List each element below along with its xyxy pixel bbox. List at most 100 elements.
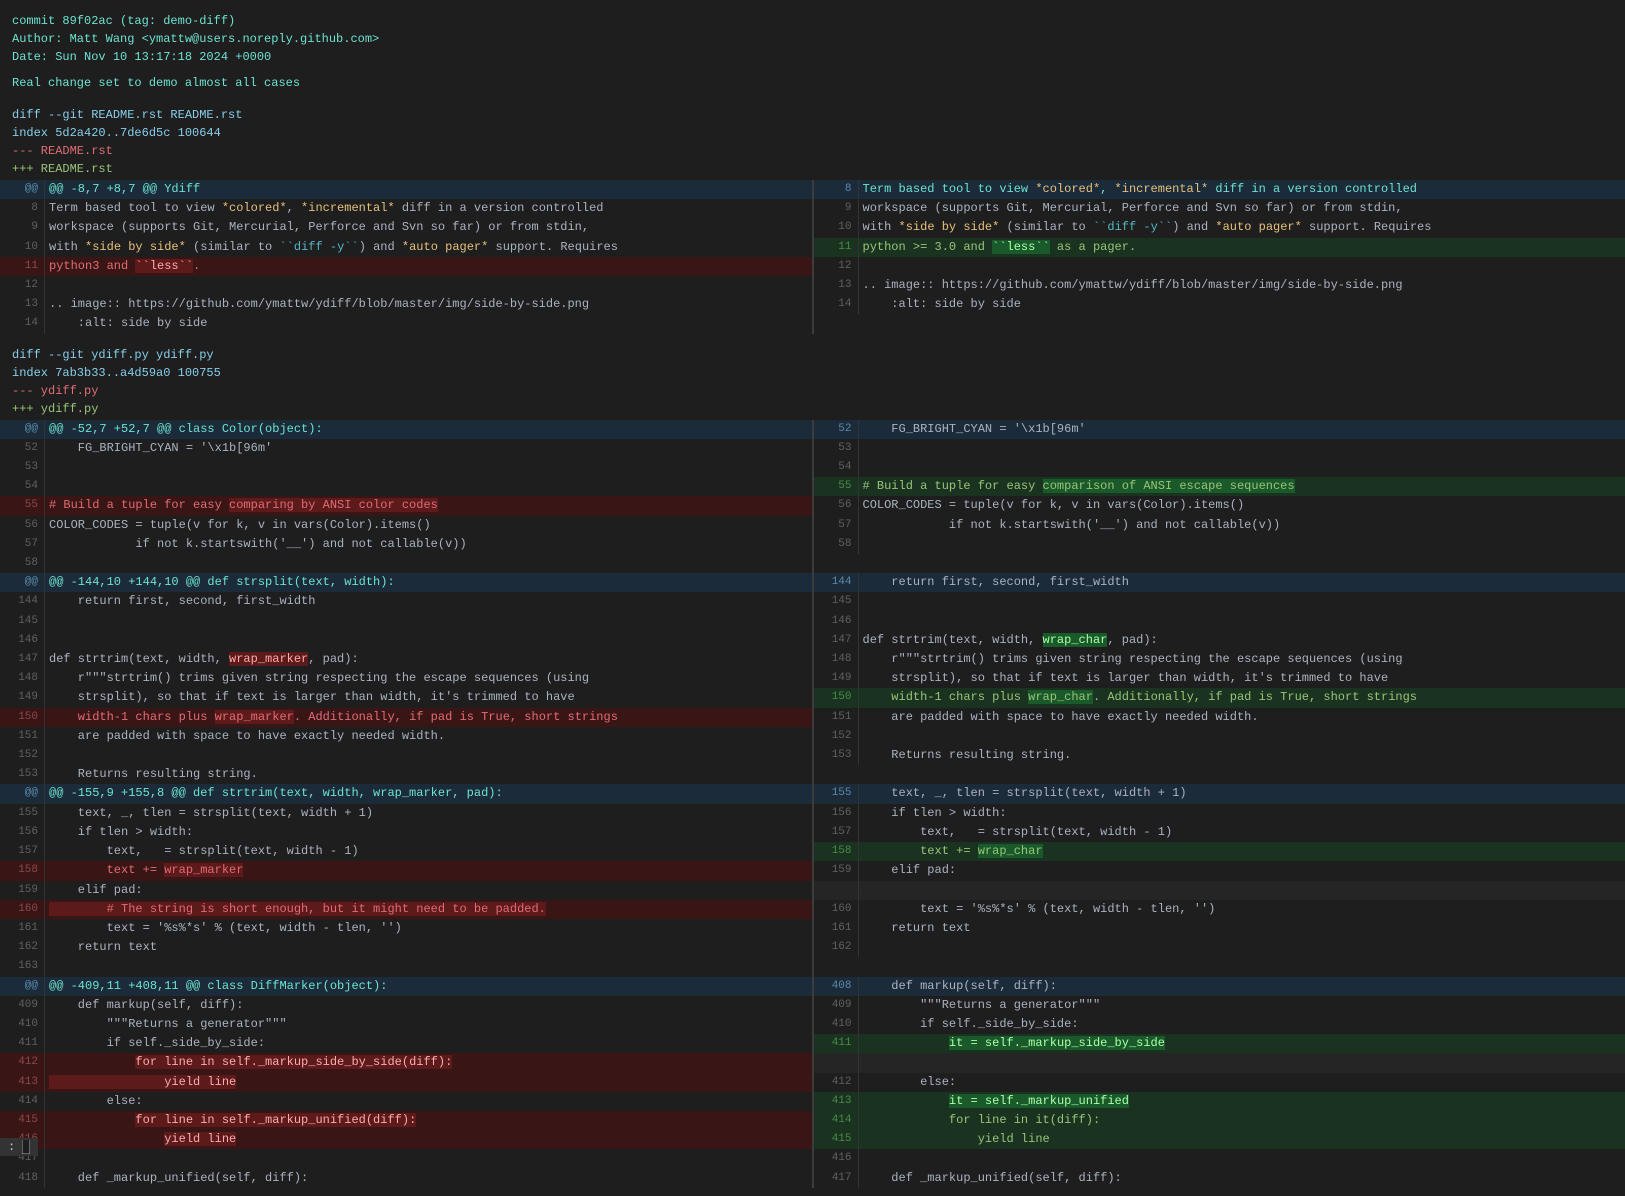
line-r9: 9 workspace (supports Git, Mercurial, Pe…: [814, 199, 1625, 218]
right-pane-hunk4: 408 def markup(self, diff): 409 """Retur…: [814, 977, 1625, 1188]
h1r58: 58: [814, 535, 1625, 554]
h2l151: 151 are padded with space to have exactl…: [0, 727, 812, 746]
h3l160-del: 160 # The string is short enough, but it…: [0, 900, 812, 919]
ydiff-hunk2: @@ @@ -144,10 +144,10 @@ def strsplit(te…: [0, 573, 1625, 784]
right-pane-hunk2: 144 return first, second, first_width 14…: [814, 573, 1625, 784]
cursor-block: █: [22, 1140, 29, 1154]
ydiff-hunk4: @@ @@ -409,11 +408,11 @@ class DiffMarke…: [0, 977, 1625, 1188]
h3r156: 156 if tlen > width:: [814, 804, 1625, 823]
h4l410: 410 """Returns a generator""": [0, 1015, 812, 1034]
left-pane-hunk3: @@ @@ -155,9 +155,8 @@ def strtrim(text,…: [0, 784, 812, 976]
h3l163: 163: [0, 957, 812, 976]
h4l411: 411 if self._side_by_side:: [0, 1034, 812, 1053]
hunk1-left-header: @@ @@ -52,7 +52,7 @@ class Color(object)…: [0, 420, 812, 439]
h2l148: 148 r"""strtrim() trims given string res…: [0, 669, 812, 688]
h2l144: 144 return first, second, first_width: [0, 592, 812, 611]
gap-1: [0, 334, 1625, 344]
h3r161: 161 return text: [814, 919, 1625, 938]
h4r417: 417 def _markup_unified(self, diff):: [814, 1169, 1625, 1188]
hunk4-right-header: 408 def markup(self, diff):: [814, 977, 1625, 996]
hunk-header-left: @@ @@ -8,7 +8,7 @@ Ydiff: [0, 180, 812, 199]
h1l52: 52 FG_BRIGHT_CYAN = '\x1b[96m': [0, 439, 812, 458]
h2r152: 152: [814, 727, 1625, 746]
h1l58: 58: [0, 554, 812, 573]
commit-message: Real change set to demo almost all cases: [12, 74, 1613, 92]
h4r-empty1: [814, 1053, 1625, 1072]
hunk1-right-header: 52 FG_BRIGHT_CYAN = '\x1b[96m': [814, 420, 1625, 439]
index-readme: index 5d2a420..7de6d5c 100644: [12, 124, 1613, 142]
h3l157: 157 text, = strsplit(text, width - 1): [0, 842, 812, 861]
hunk-header-right: 8 Term based tool to view *colored*, *in…: [814, 180, 1625, 199]
bottom-status-bar: : █: [0, 1138, 38, 1156]
diff-git-ydiff: diff --git ydiff.py ydiff.py: [12, 346, 1613, 364]
h2r153: 153 Returns resulting string.: [814, 746, 1625, 765]
h2r145: 145: [814, 592, 1625, 611]
h3l159: 159 elif pad:: [0, 881, 812, 900]
line-l10: 10 with *side by side* (similar to ``dif…: [0, 238, 812, 257]
h2l150-del: 150 width-1 chars plus wrap_marker. Addi…: [0, 708, 812, 727]
h3r158-add: 158 text += wrap_char: [814, 842, 1625, 861]
h4l409: 409 def markup(self, diff):: [0, 996, 812, 1015]
h3l156: 156 if tlen > width:: [0, 823, 812, 842]
hunk3-left-header: @@ @@ -155,9 +155,8 @@ def strtrim(text,…: [0, 784, 812, 803]
h2r148: 148 r"""strtrim() trims given string res…: [814, 650, 1625, 669]
h4l412-del: 412 for line in self._markup_side_by_sid…: [0, 1053, 812, 1072]
h2r146: 146: [814, 612, 1625, 631]
left-pane-readme: @@ @@ -8,7 +8,7 @@ Ydiff 8 Term based to…: [0, 180, 812, 334]
h1l55-del: 55 # Build a tuple for easy comparing by…: [0, 496, 812, 515]
h4l413-del: 413 yield line: [0, 1073, 812, 1092]
ydiff-hunk3: @@ @@ -155,9 +155,8 @@ def strtrim(text,…: [0, 784, 1625, 976]
diff-view: commit 89f02ac (tag: demo-diff) Author: …: [0, 0, 1625, 1196]
file-header-readme: diff --git README.rst README.rst index 5…: [0, 104, 1625, 180]
right-pane-hunk1: 52 FG_BRIGHT_CYAN = '\x1b[96m' 53 54 55 …: [814, 420, 1625, 574]
h2r147: 147 def strtrim(text, width, wrap_char, …: [814, 631, 1625, 650]
line-l9: 9 workspace (supports Git, Mercurial, Pe…: [0, 218, 812, 237]
line-l11-del: 11 python3 and ``less``.: [0, 257, 812, 276]
commit-header: commit 89f02ac (tag: demo-diff) Author: …: [0, 8, 1625, 104]
index-ydiff: index 7ab3b33..a4d59a0 100755: [12, 364, 1613, 382]
h4r415-add: 415 yield line: [814, 1130, 1625, 1149]
h4r409: 409 """Returns a generator""": [814, 996, 1625, 1015]
hunk3-right-header: 155 text, _, tlen = strsplit(text, width…: [814, 784, 1625, 803]
h4l415-del: 415 for line in self._markup_unified(dif…: [0, 1111, 812, 1130]
bottom-prompt: :: [8, 1140, 15, 1154]
line-l13: 13 .. image:: https://github.com/ymattw/…: [0, 295, 812, 314]
h4r413-add: 413 it = self._markup_unified: [814, 1092, 1625, 1111]
date-line: Date: Sun Nov 10 13:17:18 2024 +0000: [12, 48, 1613, 66]
h4r412: 412 else:: [814, 1073, 1625, 1092]
left-pane-hunk2: @@ @@ -144,10 +144,10 @@ def strsplit(te…: [0, 573, 812, 784]
h1r53: 53: [814, 439, 1625, 458]
line-r12: 12: [814, 257, 1625, 276]
hunk2-right-header: 144 return first, second, first_width: [814, 573, 1625, 592]
h3r162: 162: [814, 938, 1625, 957]
h3l155: 155 text, _, tlen = strsplit(text, width…: [0, 804, 812, 823]
right-pane-readme: 8 Term based tool to view *colored*, *in…: [814, 180, 1625, 334]
h1r54: 54: [814, 458, 1625, 477]
commit-line: commit 89f02ac (tag: demo-diff): [12, 12, 1613, 30]
h2l152: 152: [0, 746, 812, 765]
h1l56: 56 COLOR_CODES = tuple(v for k, v in var…: [0, 516, 812, 535]
h3l161: 161 text = '%s%*s' % (text, width - tlen…: [0, 919, 812, 938]
h3r160: 160 text = '%s%*s' % (text, width - tlen…: [814, 900, 1625, 919]
h2r150-add: 150 width-1 chars plus wrap_char. Additi…: [814, 688, 1625, 707]
left-pane-hunk4: @@ @@ -409,11 +408,11 @@ class DiffMarke…: [0, 977, 812, 1188]
h3r160-empty: [814, 881, 1625, 900]
h4r410: 410 if self._side_by_side:: [814, 1015, 1625, 1034]
plus-file-ydiff: +++ ydiff.py: [12, 400, 1613, 418]
h2r149: 149 strsplit), so that if text is larger…: [814, 669, 1625, 688]
h4l416-del: 416 yield line: [0, 1130, 812, 1149]
h4r414-add: 414 for line in it(diff):: [814, 1111, 1625, 1130]
h4r416: 416: [814, 1149, 1625, 1168]
line-l14: 14 :alt: side by side: [0, 314, 812, 333]
h4r411-add: 411 it = self._markup_side_by_side: [814, 1034, 1625, 1053]
left-pane-hunk1: @@ @@ -52,7 +52,7 @@ class Color(object)…: [0, 420, 812, 574]
h3r159: 159 elif pad:: [814, 861, 1625, 880]
line-r11-add: 11 python >= 3.0 and ``less`` as a pager…: [814, 238, 1625, 257]
h2l147: 147 def strtrim(text, width, wrap_marker…: [0, 650, 812, 669]
hunk4-left-header: @@ @@ -409,11 +408,11 @@ class DiffMarke…: [0, 977, 812, 996]
h2l149: 149 strsplit), so that if text is larger…: [0, 688, 812, 707]
h4l414: 414 else:: [0, 1092, 812, 1111]
h4l418: 418 def _markup_unified(self, diff):: [0, 1169, 812, 1188]
plus-file-readme: +++ README.rst: [12, 160, 1613, 178]
h1l53: 53: [0, 458, 812, 477]
